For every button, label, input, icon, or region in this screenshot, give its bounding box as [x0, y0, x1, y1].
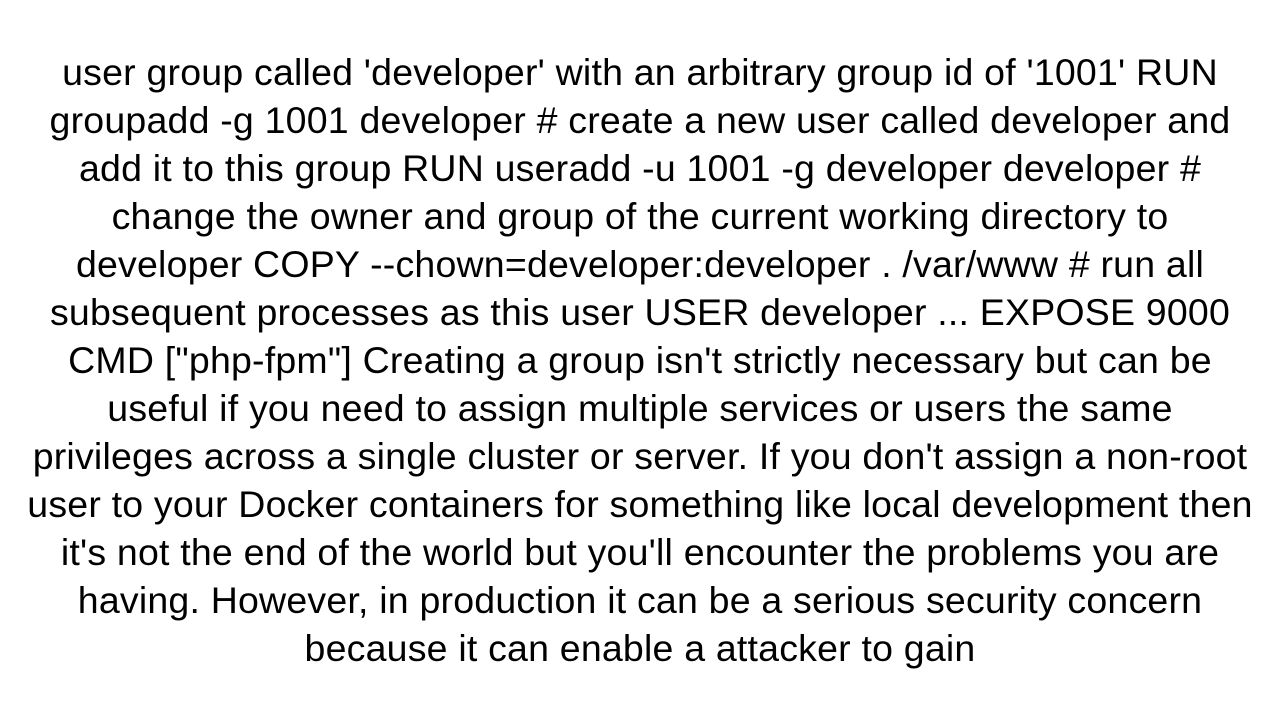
document-body-text: user group called 'developer' with an ar… [25, 48, 1255, 672]
